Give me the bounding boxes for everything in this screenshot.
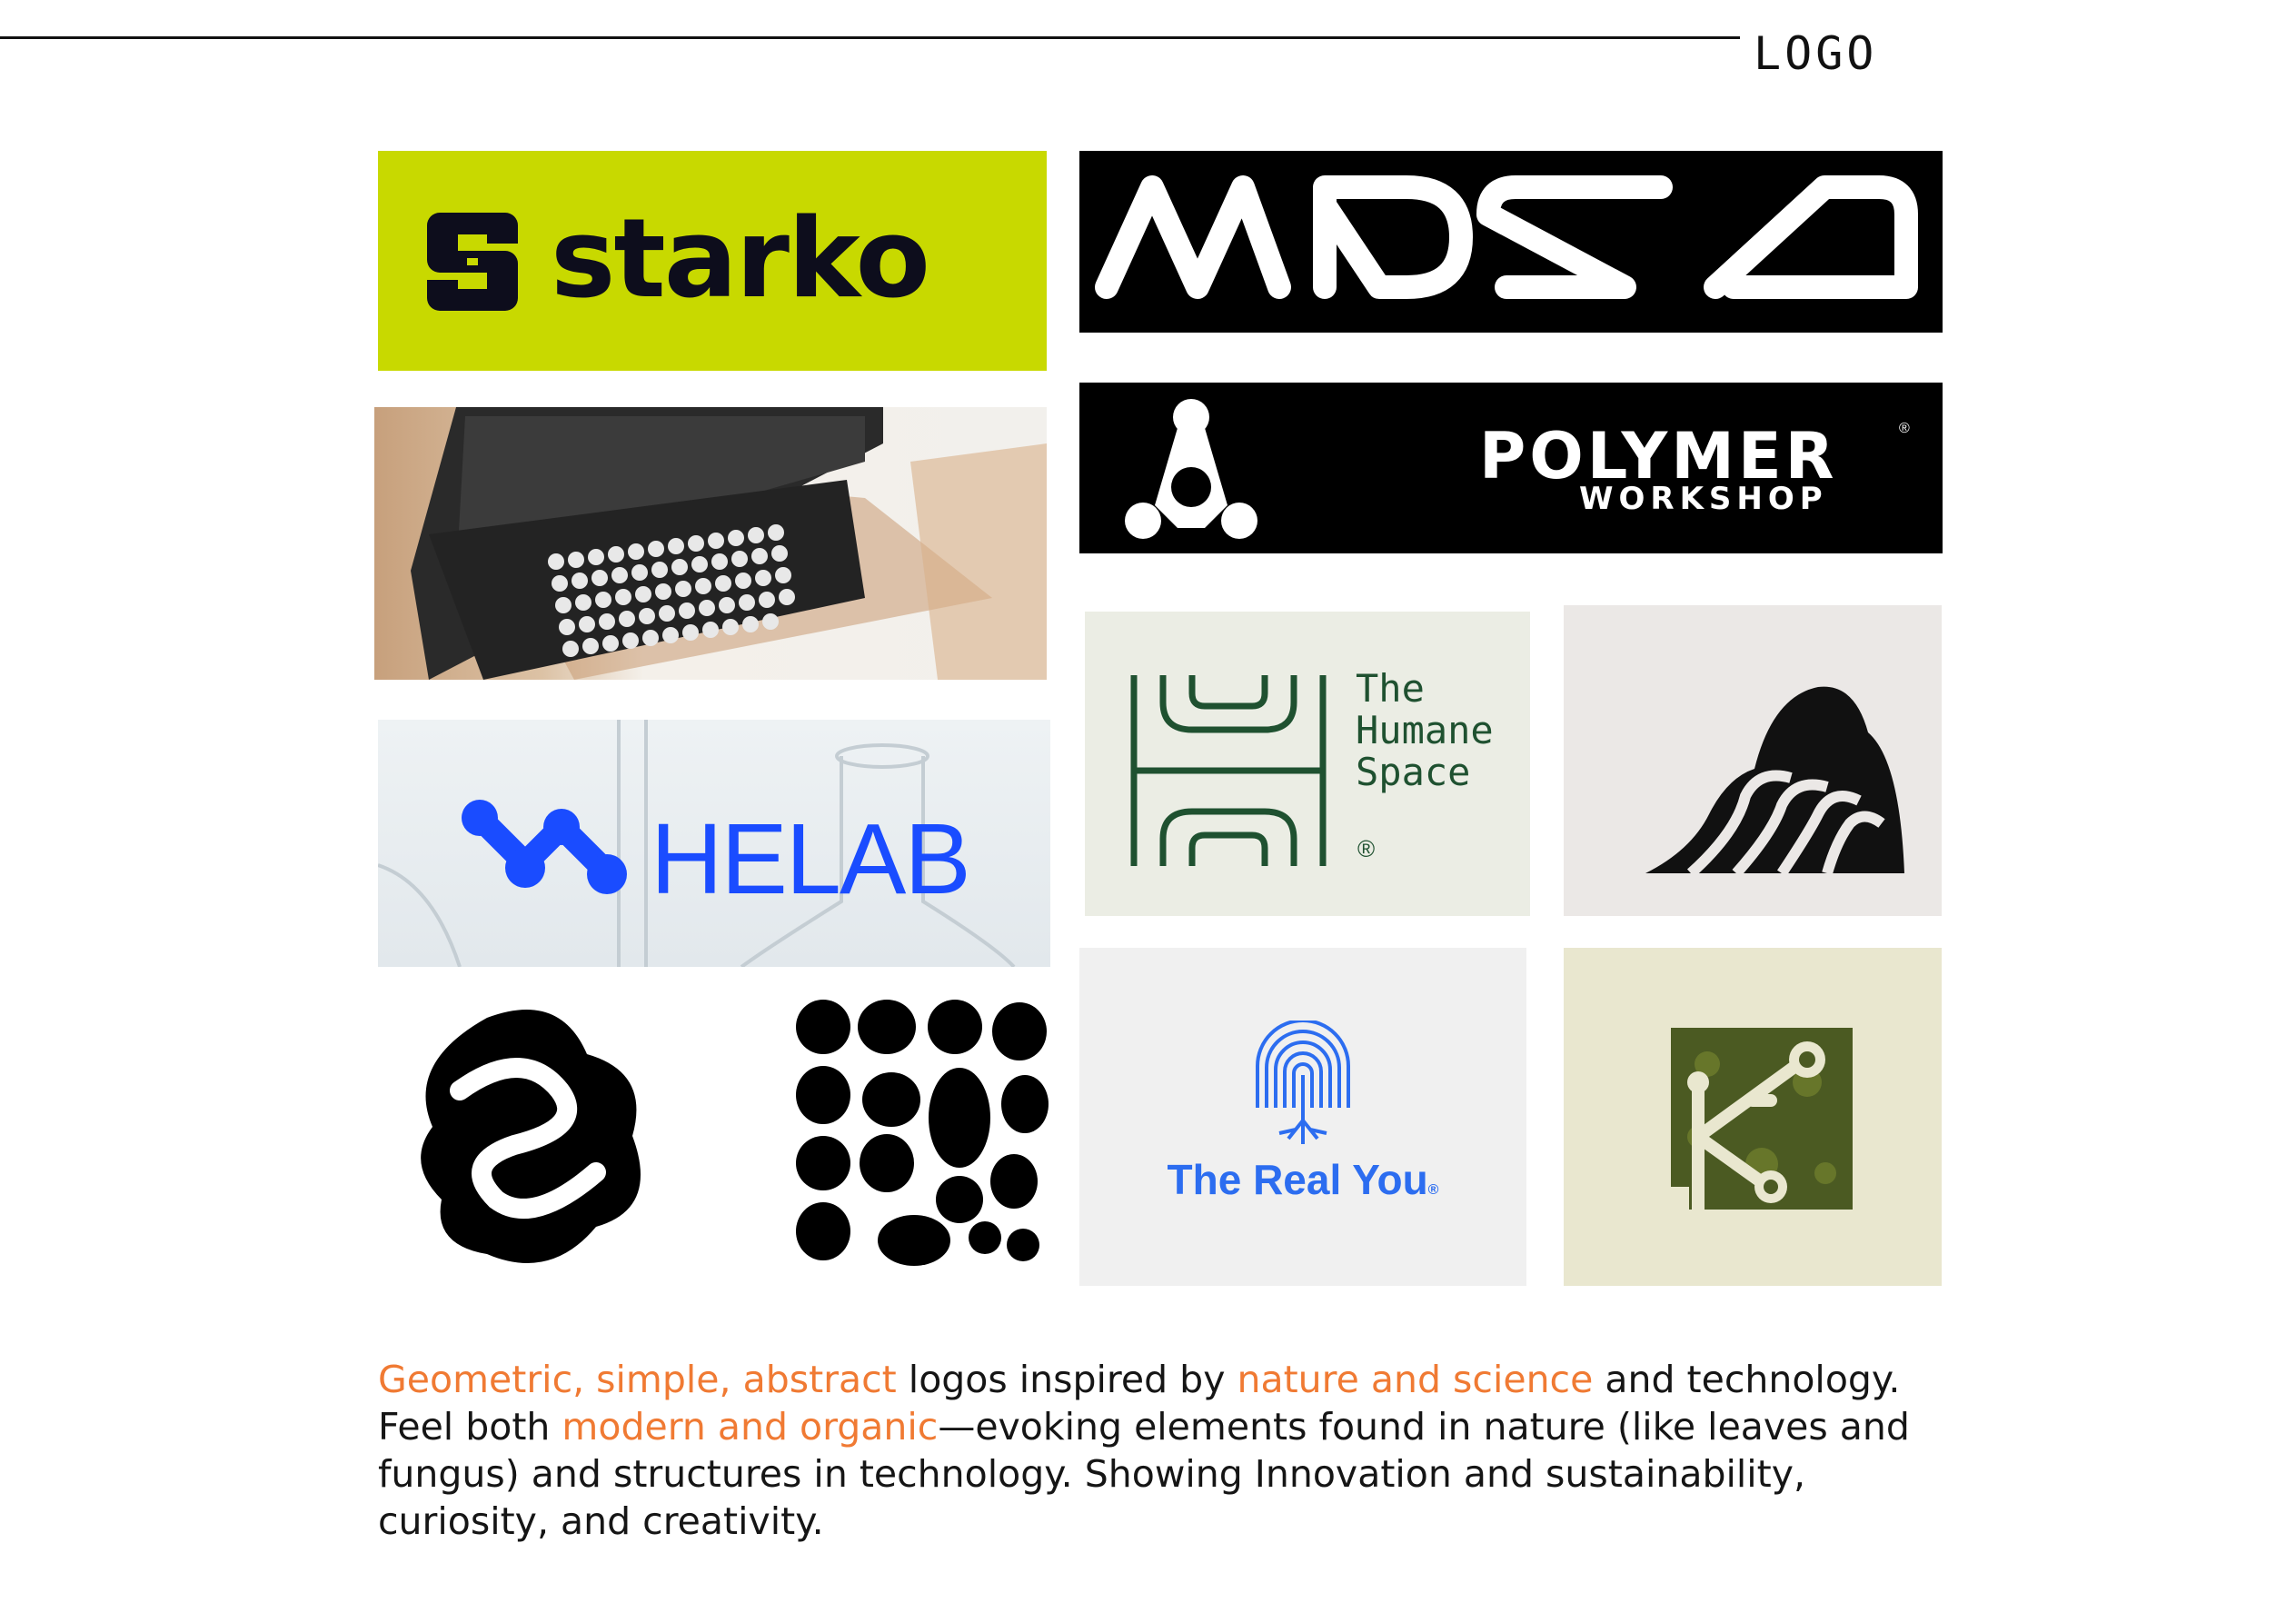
rock-wave-logo-tile (1564, 605, 1942, 916)
real-you-logo-tile: The Real You® (1079, 948, 1526, 1286)
real-you-name: The Real You (1167, 1156, 1428, 1203)
helab-logo-tile: HELAB (378, 720, 1050, 967)
real-you-reg-mark: ® (1427, 1182, 1439, 1198)
desc-highlight-3: modern and organic (562, 1405, 939, 1449)
moso-logo-tile (1079, 151, 1943, 333)
page-label: LOGO (1754, 27, 1878, 80)
polymer-subtitle: WORKSHOP (1579, 481, 1828, 517)
description-paragraph: Geometric, simple, abstract logos inspir… (378, 1356, 1959, 1545)
desc-highlight-2: nature and science (1237, 1358, 1594, 1401)
fingerprint-tree-icon (1256, 1021, 1350, 1144)
desc-highlight-1: Geometric, simple, abstract (378, 1358, 897, 1401)
helab-wordmark: HELAB (651, 803, 971, 915)
humane-space-logo-tile: The Humane Space ® (1085, 612, 1530, 916)
starko-logo-tile: starko (378, 151, 1047, 371)
humane-line-3: Space (1356, 750, 1471, 794)
humane-reg-mark: ® (1357, 835, 1376, 862)
starko-wordmark: starko (551, 196, 930, 323)
desc-text-1: logos inspired by (896, 1358, 1237, 1401)
business-card-photo (374, 407, 1047, 680)
node-tree-logo-tile (1564, 948, 1942, 1286)
helab-molecule-icon (462, 800, 627, 894)
polymer-reg-mark: ® (1899, 421, 1910, 436)
starko-mark-icon (427, 213, 518, 311)
polymer-logo-tile: POLYMER ® WORKSHOP (1079, 383, 1943, 553)
real-you-wordmark: The Real You® (1079, 1155, 1526, 1204)
dotted-card-icon (411, 407, 1047, 680)
humane-line-2: Humane (1356, 708, 1494, 752)
rock-wave-icon (1645, 686, 1904, 878)
polymer-triangle-icon (1125, 399, 1257, 539)
humane-h-icon (1130, 675, 1327, 866)
organic-blob-logos (378, 991, 1059, 1290)
moso-wordmark-icon (1095, 175, 1918, 299)
top-rule (0, 36, 1740, 39)
humane-line-1: The (1356, 666, 1425, 711)
node-tree-icon (1671, 1028, 1853, 1210)
organic-blob-icon (421, 1000, 1049, 1266)
